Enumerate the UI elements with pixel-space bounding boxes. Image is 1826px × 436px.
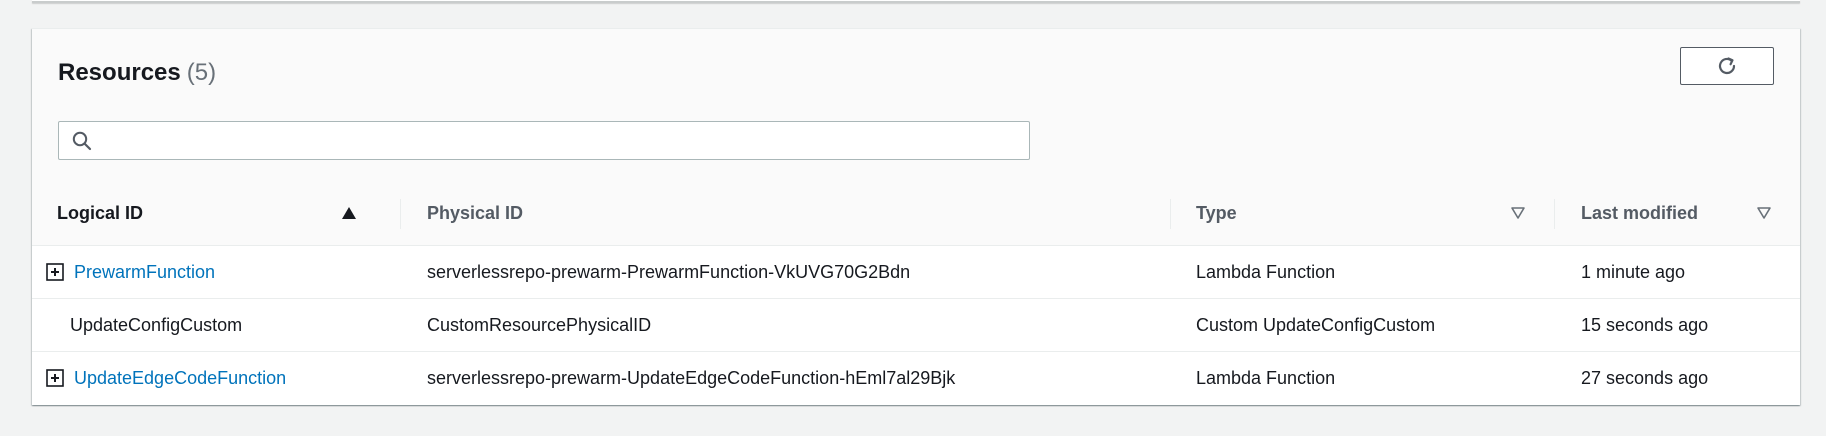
expand-plus-icon[interactable] xyxy=(46,263,64,281)
column-divider[interactable] xyxy=(1554,199,1555,229)
column-label: Last modified xyxy=(1581,203,1699,223)
sort-descending-icon[interactable] xyxy=(1756,206,1772,220)
title-text: Resources xyxy=(58,59,181,86)
physical-id-cell: serverlessrepo-prewarm-UpdateEdgeCodeFun… xyxy=(427,368,956,388)
expand-plus-icon[interactable] xyxy=(46,369,64,387)
refresh-icon xyxy=(1718,57,1736,75)
physical-id-cell: CustomResourcePhysicalID xyxy=(427,315,652,335)
physical-id-cell: serverlessrepo-prewarm-PrewarmFunction-V… xyxy=(427,262,911,282)
column-label: Logical ID xyxy=(57,203,144,223)
type-cell: Lambda Function xyxy=(1196,368,1336,388)
resources-header: Resources (5) xyxy=(32,29,1800,182)
previous-panel-edge xyxy=(32,0,1800,3)
table-header-row: Logical ID Physical ID Type Last modifie… xyxy=(32,181,1800,246)
last-modified-cell: 15 seconds ago xyxy=(1581,315,1709,335)
logical-id-cell: UpdateConfigCustom xyxy=(70,315,243,335)
logical-id-link[interactable]: UpdateEdgeCodeFunction xyxy=(74,352,286,404)
type-cell: Lambda Function xyxy=(1196,262,1336,282)
sort-descending-icon[interactable] xyxy=(1510,206,1526,220)
table-row: UpdateEdgeCodeFunction serverlessrepo-pr… xyxy=(32,352,1800,404)
column-header-type[interactable]: Type xyxy=(1196,181,1237,245)
table-row: UpdateConfigCustom CustomResourcePhysica… xyxy=(32,299,1800,352)
column-header-logical-id[interactable]: Logical ID xyxy=(57,181,143,245)
table-row: PrewarmFunction serverlessrepo-prewarm-P… xyxy=(32,246,1800,299)
page-title: Resources (5) xyxy=(58,53,216,93)
column-label: Type xyxy=(1196,203,1237,223)
column-header-physical-id[interactable]: Physical ID xyxy=(427,181,523,245)
column-divider[interactable] xyxy=(400,199,401,229)
sort-ascending-icon[interactable] xyxy=(341,206,357,220)
column-divider[interactable] xyxy=(1170,199,1171,229)
column-label: Physical ID xyxy=(427,203,524,223)
search-box[interactable] xyxy=(58,121,1030,161)
search-icon xyxy=(72,131,92,151)
column-header-last-modified[interactable]: Last modified xyxy=(1581,181,1698,245)
last-modified-cell: 27 seconds ago xyxy=(1581,368,1709,388)
logical-id-link[interactable]: PrewarmFunction xyxy=(74,246,215,298)
refresh-button[interactable] xyxy=(1680,47,1774,85)
resources-panel: Resources (5) Logical ID Physical ID Typ… xyxy=(32,28,1800,405)
last-modified-cell: 1 minute ago xyxy=(1581,262,1686,282)
search-input[interactable] xyxy=(103,122,1017,161)
type-cell: Custom UpdateConfigCustom xyxy=(1196,315,1436,335)
resource-count: (5) xyxy=(186,59,217,86)
